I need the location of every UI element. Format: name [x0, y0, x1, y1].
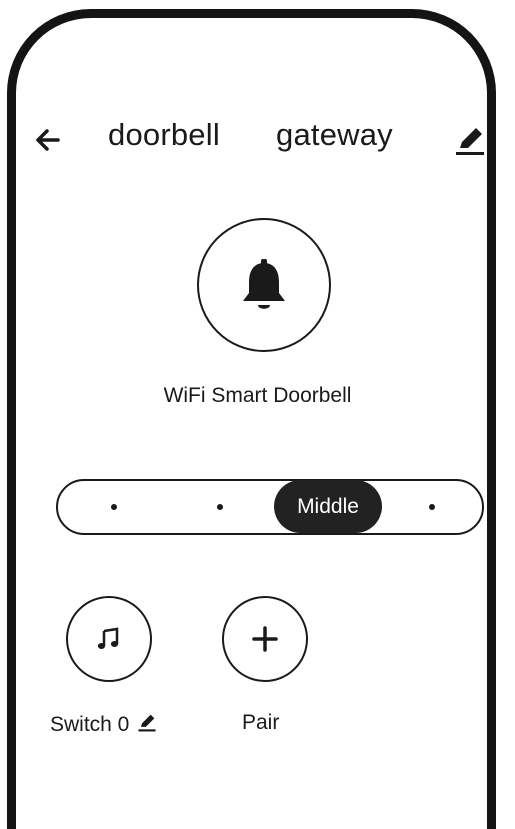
option-dot [111, 503, 117, 510]
volume-option-1[interactable] [64, 481, 164, 532]
volume-option-2[interactable] [170, 481, 270, 532]
page-title-part2: gateway [276, 117, 393, 152]
switch-label: Switch 0 [50, 713, 130, 736]
volume-option-middle[interactable]: Middle [274, 480, 382, 533]
pencil-icon [456, 128, 484, 155]
page-title-part1: doorbell [108, 117, 220, 152]
switch-button[interactable] [66, 596, 152, 682]
option-dot [429, 503, 435, 510]
plus-icon [252, 626, 278, 652]
selected-option-pill: Middle [274, 480, 382, 533]
edit-title-button[interactable] [452, 122, 488, 158]
back-arrow-icon [36, 129, 60, 151]
volume-option-4[interactable] [382, 481, 482, 532]
switch-label-group[interactable]: Switch 0 [50, 711, 158, 737]
pencil-icon [138, 714, 156, 732]
bell-icon [243, 259, 285, 309]
back-button[interactable] [30, 122, 70, 158]
device-name: WiFi Smart Doorbell [163, 384, 352, 407]
pair-button[interactable] [222, 596, 308, 682]
header: doorbell gateway [0, 112, 515, 164]
device-icon-circle [197, 218, 331, 352]
music-note-icon [97, 627, 119, 649]
pair-label: Pair [242, 711, 280, 734]
volume-selector: Middle [56, 479, 484, 535]
option-dot [217, 503, 223, 510]
